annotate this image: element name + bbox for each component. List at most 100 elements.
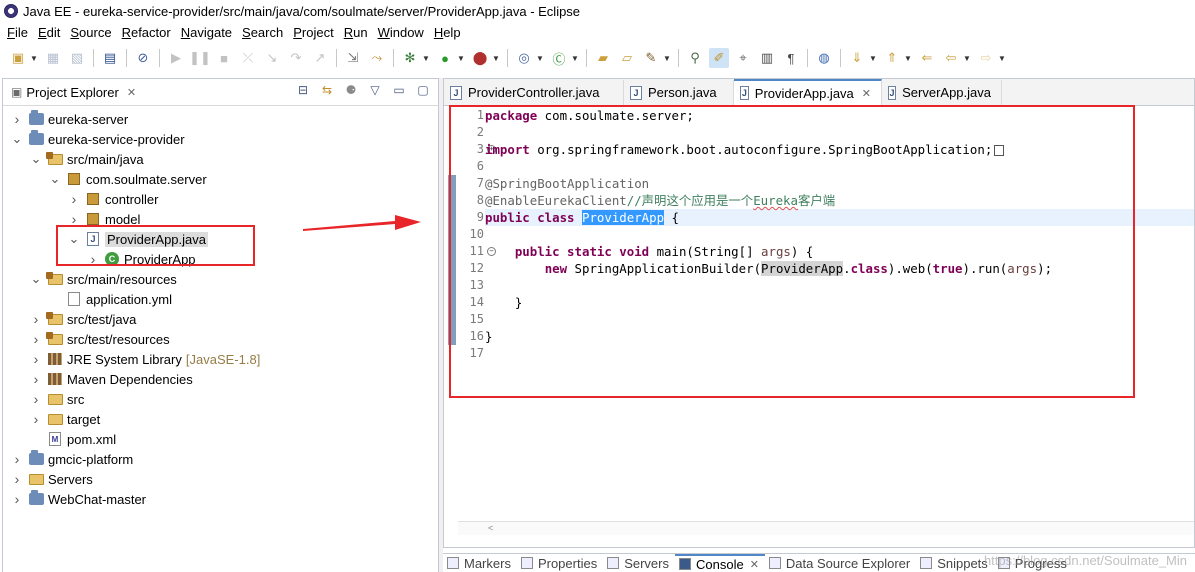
- new-server-icon[interactable]: ◎: [514, 48, 534, 68]
- new-java-class-icon[interactable]: Ⓒ: [549, 48, 569, 68]
- tree-item[interactable]: › src/test/resources: [3, 329, 438, 349]
- run-dropdown-icon[interactable]: ▼: [457, 54, 465, 63]
- menu-edit[interactable]: Edit: [33, 25, 65, 40]
- new-icon[interactable]: ▣: [8, 48, 28, 68]
- tree-item[interactable]: › C ProviderApp: [3, 249, 438, 269]
- back-icon[interactable]: ⇦: [941, 48, 961, 68]
- editor-tab-person[interactable]: J Person.java: [624, 80, 734, 105]
- new-dropdown-icon[interactable]: ▼: [30, 54, 38, 63]
- tree-item[interactable]: › Servers: [3, 469, 438, 489]
- chevron-down-icon[interactable]: ⌄: [30, 152, 42, 165]
- close-icon[interactable]: ✕: [862, 87, 871, 100]
- step-over-icon[interactable]: ↷: [286, 48, 306, 68]
- tree-item[interactable]: › Maven Dependencies: [3, 369, 438, 389]
- last-edit-location-icon[interactable]: ⇐: [917, 48, 937, 68]
- terminate-icon[interactable]: ■: [214, 48, 234, 68]
- step-into-icon[interactable]: ↘: [262, 48, 282, 68]
- toggle-highlight-icon[interactable]: ✐: [709, 48, 729, 68]
- resume-icon[interactable]: ▶: [166, 48, 186, 68]
- skip-breakpoints-icon[interactable]: ⊘: [133, 48, 153, 68]
- step-return-icon[interactable]: ↗: [310, 48, 330, 68]
- tab-servers[interactable]: Servers: [603, 554, 675, 572]
- show-whitespace-icon[interactable]: ¶: [781, 48, 801, 68]
- menu-source[interactable]: Source: [65, 25, 116, 40]
- chevron-right-icon[interactable]: ›: [11, 471, 23, 487]
- search-dropdown-icon[interactable]: ▼: [663, 54, 671, 63]
- tree-item[interactable]: ⌄ src/main/resources: [3, 269, 438, 289]
- tree-item[interactable]: › eureka-server: [3, 109, 438, 129]
- tree-item[interactable]: › WebChat-master: [3, 489, 438, 509]
- menu-refactor[interactable]: Refactor: [117, 25, 176, 40]
- tab-data-source-explorer[interactable]: Data Source Explorer: [765, 554, 916, 572]
- menu-project[interactable]: Project: [288, 25, 338, 40]
- tree-item[interactable]: › target: [3, 409, 438, 429]
- tree-item[interactable]: application.yml: [3, 289, 438, 309]
- chevron-right-icon[interactable]: ›: [30, 391, 42, 407]
- external-tools-dropdown-icon[interactable]: ▼: [492, 54, 500, 63]
- run-icon[interactable]: ●: [435, 48, 455, 68]
- code-area[interactable]: 1 2 3 + 6 7 8 9 10 11− 12 13 14 15 16 17 …: [444, 107, 1194, 535]
- horizontal-scrollbar[interactable]: <: [458, 521, 1194, 535]
- focus-icon[interactable]: ⚈: [342, 83, 360, 97]
- menu-file[interactable]: File: [2, 25, 33, 40]
- menu-help[interactable]: Help: [429, 25, 466, 40]
- suspend-icon[interactable]: ❚❚: [189, 48, 211, 68]
- debug-icon[interactable]: ✻: [400, 48, 420, 68]
- chevron-right-icon[interactable]: ›: [68, 211, 80, 227]
- chevron-right-icon[interactable]: ›: [30, 351, 42, 367]
- tree-item[interactable]: ⌄ eureka-service-provider: [3, 129, 438, 149]
- previous-annotation-dropdown-icon[interactable]: ▼: [904, 54, 912, 63]
- save-all-icon[interactable]: ▧: [67, 48, 87, 68]
- save-icon[interactable]: ▦: [43, 48, 63, 68]
- tab-project-explorer[interactable]: ▣ Project Explorer ✕: [7, 79, 144, 106]
- menu-run[interactable]: Run: [339, 25, 373, 40]
- chevron-right-icon[interactable]: ›: [11, 451, 23, 467]
- menu-navigate[interactable]: Navigate: [176, 25, 237, 40]
- menu-window[interactable]: Window: [373, 25, 429, 40]
- next-annotation-icon[interactable]: ⇓: [847, 48, 867, 68]
- tab-console[interactable]: Console ✕: [675, 554, 765, 572]
- next-annotation-dropdown-icon[interactable]: ▼: [869, 54, 877, 63]
- code-text[interactable]: package com.soulmate.server; import org.…: [485, 107, 1194, 362]
- search-icon[interactable]: ✎: [641, 48, 661, 68]
- chevron-right-icon[interactable]: ›: [30, 411, 42, 427]
- open-folder-icon[interactable]: ▱: [617, 48, 637, 68]
- chevron-down-icon[interactable]: ⌄: [11, 132, 23, 145]
- chevron-down-icon[interactable]: ⌄: [49, 172, 61, 185]
- drop-to-frame-icon[interactable]: ⇲: [343, 48, 363, 68]
- toggle-block-selection-icon[interactable]: ⌖: [733, 48, 753, 68]
- tab-markers[interactable]: Markers: [443, 554, 517, 572]
- tree-item[interactable]: › src: [3, 389, 438, 409]
- chevron-right-icon[interactable]: ›: [30, 371, 42, 387]
- console-icon[interactable]: ▤: [100, 48, 120, 68]
- editor-tab-serverapp[interactable]: J ServerApp.java: [882, 80, 1002, 105]
- folded-imports-icon[interactable]: [994, 145, 1005, 156]
- chevron-right-icon[interactable]: ›: [87, 251, 99, 267]
- view-menu-icon[interactable]: ▽: [366, 83, 384, 97]
- tree-item[interactable]: › controller: [3, 189, 438, 209]
- menu-search[interactable]: Search: [237, 25, 288, 40]
- scroll-left-icon[interactable]: <: [488, 523, 493, 533]
- chevron-right-icon[interactable]: ›: [68, 191, 80, 207]
- debug-dropdown-icon[interactable]: ▼: [422, 54, 430, 63]
- editor-tab-providerapp[interactable]: J ProviderApp.java ✕: [734, 79, 882, 105]
- toggle-mark-occurrences-icon[interactable]: ⚲: [685, 48, 705, 68]
- web-browser-icon[interactable]: ◍: [814, 48, 834, 68]
- tree-item[interactable]: › gmcic-platform: [3, 449, 438, 469]
- previous-annotation-icon[interactable]: ⇑: [882, 48, 902, 68]
- open-type-icon[interactable]: ▰: [593, 48, 613, 68]
- word-wrap-icon[interactable]: ▥: [757, 48, 777, 68]
- chevron-right-icon[interactable]: ›: [11, 111, 23, 127]
- chevron-right-icon[interactable]: ›: [11, 491, 23, 507]
- minimize-icon[interactable]: ▭: [390, 83, 408, 97]
- new-class-dropdown-icon[interactable]: ▼: [571, 54, 579, 63]
- tab-progress[interactable]: Progress: [994, 554, 1073, 572]
- tree-item[interactable]: › JRE System Library [JavaSE-1.8]: [3, 349, 438, 369]
- forward-icon[interactable]: ⇨: [976, 48, 996, 68]
- disconnect-icon[interactable]: ⤫: [238, 48, 258, 68]
- tab-snippets[interactable]: Snippets: [916, 554, 994, 572]
- back-dropdown-icon[interactable]: ▼: [963, 54, 971, 63]
- chevron-right-icon[interactable]: ›: [30, 311, 42, 327]
- link-with-editor-icon[interactable]: ⇆: [318, 83, 336, 97]
- chevron-down-icon[interactable]: ⌄: [68, 232, 80, 245]
